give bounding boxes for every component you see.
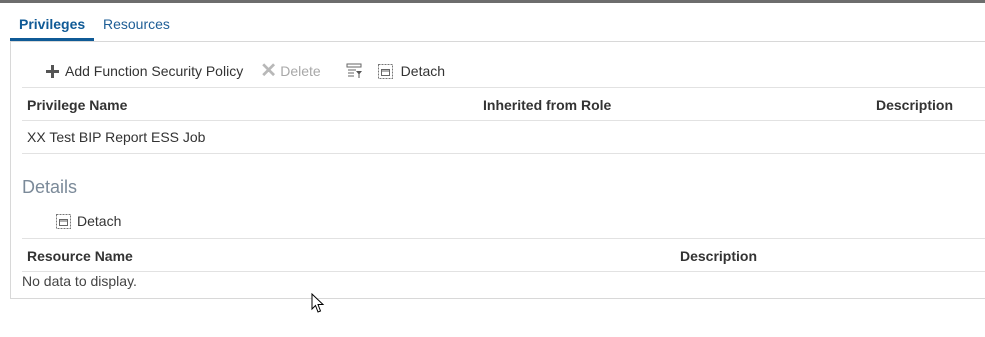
empty-table-message: No data to display. [22, 273, 137, 289]
column-header-description[interactable]: Description [876, 97, 953, 113]
detach-button[interactable]: Detach [377, 63, 446, 79]
privileges-panel: Add Function Security Policy ✕ Delete De… [10, 42, 985, 299]
table-row[interactable]: XX Test BIP Report ESS Job [22, 121, 985, 154]
query-by-example-button[interactable] [346, 63, 363, 79]
tab-bar: Privileges Resources [10, 3, 985, 42]
delete-button[interactable]: ✕ Delete [260, 60, 321, 82]
x-icon: ✕ [260, 60, 277, 82]
details-section-title: Details [22, 177, 78, 197]
tab-privileges[interactable]: Privileges [19, 16, 85, 32]
resources-table-header: Resource Name Description [22, 238, 985, 272]
add-function-security-policy-button[interactable]: Add Function Security Policy [46, 63, 243, 79]
privilege-name-cell: XX Test BIP Report ESS Job [27, 129, 206, 145]
plus-icon [46, 64, 59, 78]
detach-frame-icon [56, 213, 71, 229]
details-detach-label: Detach [77, 213, 122, 229]
filter-icon [346, 63, 362, 78]
privileges-toolbar: Add Function Security Policy ✕ Delete De… [46, 61, 445, 81]
add-button-label: Add Function Security Policy [65, 63, 244, 79]
mouse-cursor-icon [311, 293, 325, 313]
privileges-table-header: Privilege Name Inherited from Role Descr… [22, 87, 985, 121]
column-header-resource-description[interactable]: Description [680, 248, 757, 264]
column-header-privilege-name[interactable]: Privilege Name [27, 97, 127, 113]
tab-resources[interactable]: Resources [103, 16, 170, 32]
delete-button-label: Delete [280, 63, 321, 79]
active-tab-indicator [10, 38, 94, 41]
detach-frame-icon [377, 63, 393, 79]
details-detach-button[interactable]: Detach [56, 213, 121, 229]
column-header-inherited-from-role[interactable]: Inherited from Role [483, 97, 611, 113]
detach-button-label: Detach [400, 63, 446, 79]
column-header-resource-name[interactable]: Resource Name [27, 248, 133, 264]
